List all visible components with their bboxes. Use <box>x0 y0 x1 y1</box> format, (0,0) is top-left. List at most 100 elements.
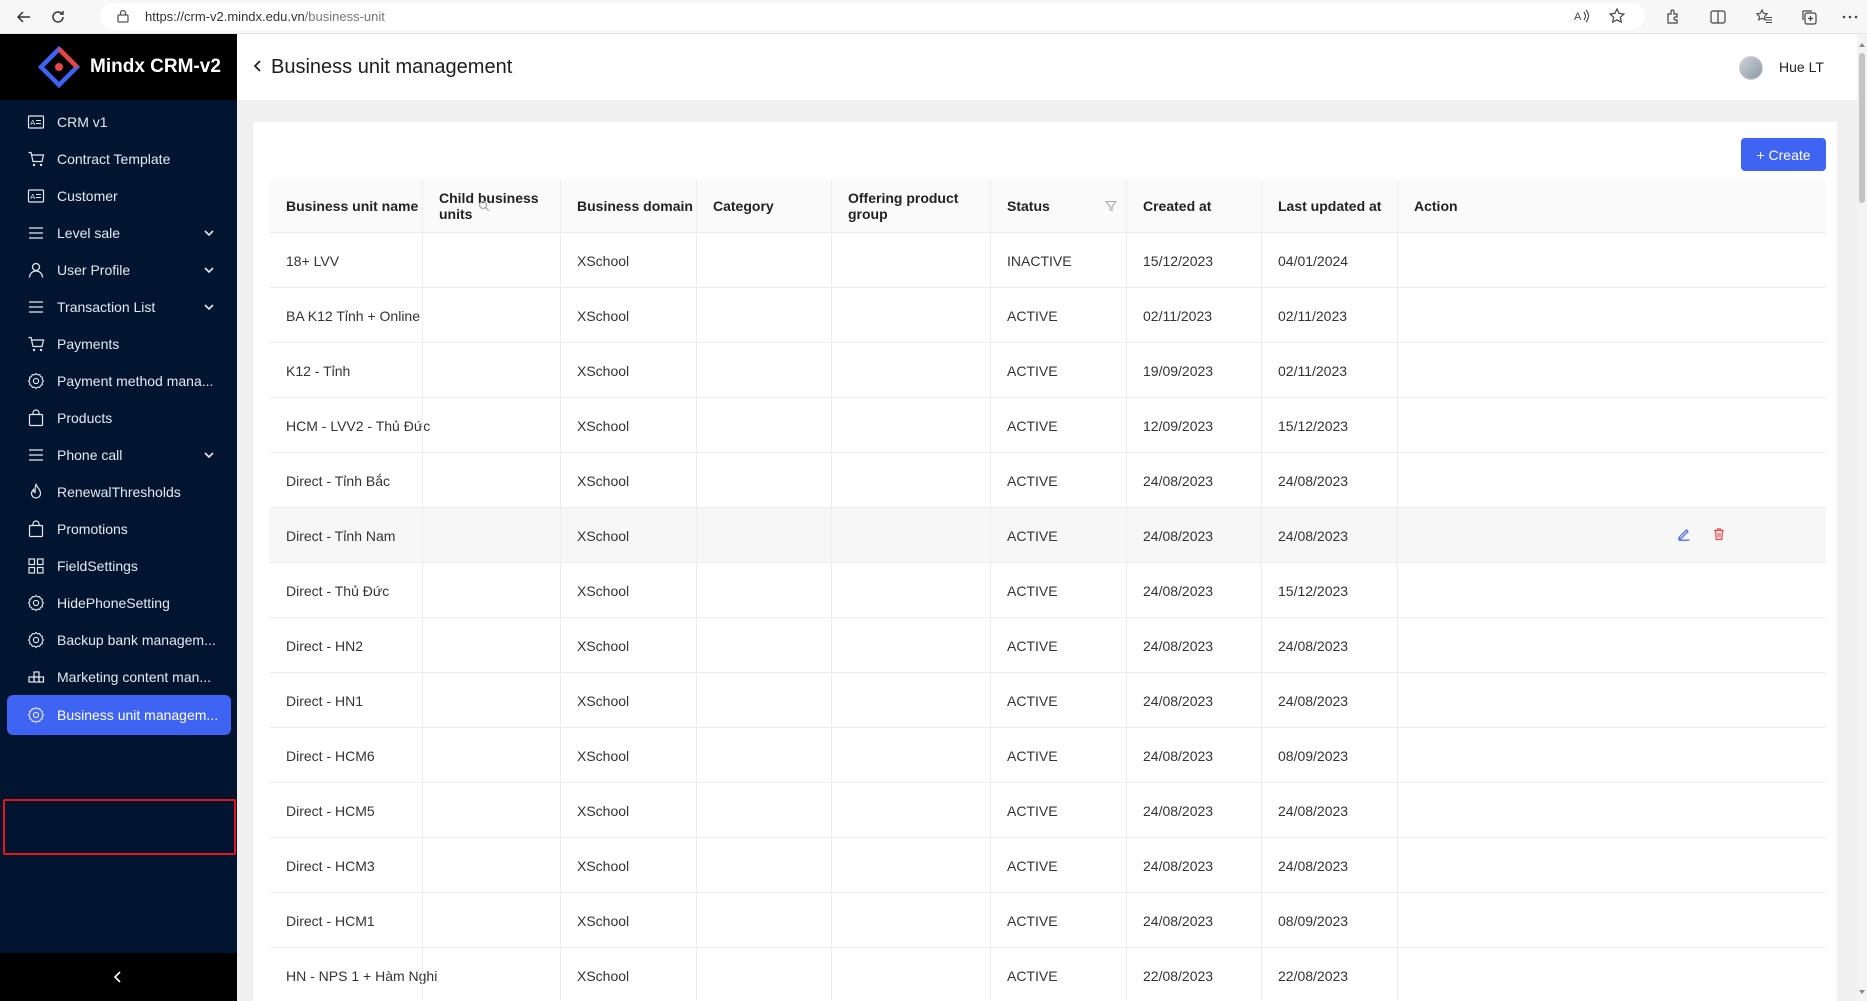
cell-status: ACTIVE <box>1007 362 1058 379</box>
column-divider <box>1397 453 1398 508</box>
cell-offering <box>831 398 990 453</box>
extensions-icon[interactable] <box>1661 5 1685 29</box>
table-row[interactable]: Direct - HN2 XSchool ACTIVE 24/08/2023 24/08… <box>269 618 1826 673</box>
collections-icon[interactable] <box>1797 5 1821 29</box>
cell-offering <box>831 673 990 728</box>
create-button[interactable]: + Create <box>1741 138 1826 171</box>
column-divider <box>990 893 991 948</box>
table-row[interactable]: Direct - HCM1 XSchool ACTIVE 24/08/2023 08/0… <box>269 893 1826 948</box>
cell-status: ACTIVE <box>1007 912 1058 929</box>
table-row[interactable]: Direct - Thủ Đức XSchool ACTIVE 24/08/2023 1… <box>269 563 1826 618</box>
sidebar-item-business-unit-managem[interactable]: Business unit managem... <box>7 695 231 735</box>
cell-offering <box>831 233 990 288</box>
back-arrow-icon[interactable] <box>12 5 36 29</box>
user-name[interactable]: Hue LT <box>1779 59 1824 75</box>
back-chevron-icon[interactable] <box>251 58 265 79</box>
cell-name: 18+ LVV <box>286 252 340 269</box>
table-row[interactable]: HCM - LVV2 - Thủ Đức XSchool ACTIVE 12/09/2… <box>269 398 1826 453</box>
column-header-created-at[interactable]: Created at <box>1126 179 1261 233</box>
column-divider <box>1397 618 1398 673</box>
chevron-down-icon[interactable] <box>203 448 215 464</box>
reload-icon[interactable] <box>46 5 70 29</box>
cell-name: K12 - Tỉnh <box>286 362 351 379</box>
column-divider <box>990 673 991 728</box>
column-divider <box>1261 728 1262 783</box>
cell-category <box>696 618 831 673</box>
cell-offering <box>831 948 990 1001</box>
column-divider <box>560 288 561 343</box>
cell-category <box>696 563 831 618</box>
collapse-sidebar-icon[interactable] <box>109 968 127 991</box>
brand[interactable]: Mindx CRM-v2 <box>0 34 237 100</box>
table-row[interactable]: K12 - Tỉnh XSchool ACTIVE 19/09/2023 02/11/2… <box>269 343 1826 398</box>
table-row[interactable]: Direct - HN1 XSchool ACTIVE 24/08/2023 24/08… <box>269 673 1826 728</box>
column-divider <box>560 508 561 563</box>
sidebar-item-label: CRM v1 <box>57 114 108 130</box>
split-screen-icon[interactable] <box>1706 5 1730 29</box>
chevron-down-icon[interactable] <box>203 226 215 242</box>
mindx-logo-icon <box>37 45 81 93</box>
column-header-business-domain[interactable]: Business domain <box>560 179 696 233</box>
cell-status: ACTIVE <box>1007 692 1058 709</box>
column-header-category[interactable]: Category <box>696 179 831 233</box>
column-header-action[interactable]: Action <box>1397 179 1826 233</box>
table-row[interactable]: Direct - HCM3 XSchool ACTIVE 24/08/2023 24/0… <box>269 838 1826 893</box>
favorites-icon[interactable] <box>1752 5 1776 29</box>
scrollbar-thumb[interactable] <box>1859 53 1865 203</box>
cell-child <box>422 563 560 618</box>
more-icon[interactable] <box>1838 5 1862 29</box>
column-divider <box>990 948 991 1001</box>
column-divider <box>560 179 561 233</box>
cell-category <box>696 728 831 783</box>
column-divider <box>1126 288 1127 343</box>
avatar[interactable] <box>1739 56 1763 80</box>
scroll-down-arrow-icon[interactable] <box>1858 983 1866 1001</box>
column-header-offering-product-group[interactable]: Offering product group <box>831 179 990 233</box>
column-divider <box>1126 618 1127 673</box>
search-icon[interactable] <box>478 199 490 217</box>
column-divider <box>560 233 561 288</box>
column-header-last-updated-at[interactable]: Last updated at <box>1261 179 1397 233</box>
chevron-down-icon[interactable] <box>203 300 215 316</box>
cell-created: 24/08/2023 <box>1143 637 1214 654</box>
cell-updated: 04/01/2024 <box>1278 252 1349 269</box>
cell-updated: 24/08/2023 <box>1278 472 1349 489</box>
column-header-business-unit-name[interactable]: Business unit name <box>269 179 422 233</box>
cell-name: Direct - Tỉnh Nam <box>286 527 396 544</box>
cell-name: Direct - Tỉnh Bắc <box>286 472 390 489</box>
table-row[interactable]: Direct - Tỉnh Nam XSchool ACTIVE 24/08/2023… <box>269 508 1826 563</box>
column-header-child-business-units[interactable]: Child business units <box>422 179 560 233</box>
cell-domain: XSchool <box>577 307 630 324</box>
table-row[interactable]: Direct - HCM5 XSchool ACTIVE 24/08/2023 24/0… <box>269 783 1826 838</box>
column-divider <box>831 453 832 508</box>
table-row[interactable]: BA K12 Tỉnh + Online XSchool ACTIVE 02/11/2… <box>269 288 1826 343</box>
bag-icon <box>27 520 45 538</box>
cell-offering <box>831 783 990 838</box>
star-icon[interactable] <box>1605 4 1629 28</box>
read-aloud-icon[interactable]: A <box>1570 4 1594 28</box>
fire-icon <box>27 482 45 501</box>
table-row[interactable]: Direct - Tỉnh Bắc XSchool ACTIVE 24/08/2023… <box>269 453 1826 508</box>
cell-offering <box>831 893 990 948</box>
column-divider <box>422 838 423 893</box>
filter-icon[interactable] <box>1104 199 1118 217</box>
table-row[interactable]: Direct - HCM6 XSchool ACTIVE 24/08/2023 08/0… <box>269 728 1826 783</box>
table-row[interactable]: HN - NPS 1 + Hàm Nghi XSchool ACTIVE 22/08/… <box>269 948 1826 1001</box>
sidebar-item-marketing-content-man[interactable]: Marketing content man... <box>0 655 237 699</box>
cell-created: 19/09/2023 <box>1143 362 1214 379</box>
delete-icon[interactable] <box>1712 527 1726 546</box>
column-divider <box>1261 398 1262 453</box>
chevron-down-icon[interactable] <box>203 263 215 279</box>
table-row[interactable]: 18+ LVV XSchool INACTIVE 15/12/2023 04/01/20… <box>269 233 1826 288</box>
cell-category <box>696 453 831 508</box>
cell-status: ACTIVE <box>1007 582 1058 599</box>
cell-created: 15/12/2023 <box>1143 252 1214 269</box>
url-text: https://crm-v2.mindx.edu.vn/business-uni… <box>145 9 385 24</box>
sidebar-footer <box>0 953 237 1001</box>
sidebar-item-label: Promotions <box>57 521 128 537</box>
address-bar[interactable]: https://crm-v2.mindx.edu.vn/business-uni… <box>100 3 1645 30</box>
scroll-up-arrow-icon[interactable] <box>1858 36 1866 54</box>
cell-category <box>696 288 831 343</box>
edit-icon[interactable] <box>1677 527 1691 546</box>
cell-domain: XSchool <box>577 637 630 654</box>
